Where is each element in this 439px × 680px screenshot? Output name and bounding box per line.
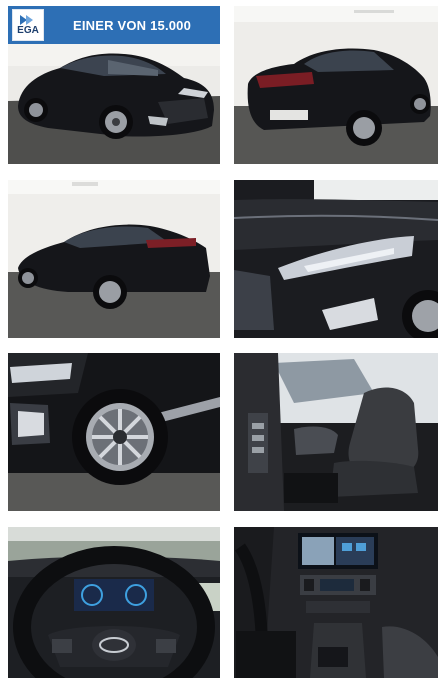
- center-console-image: [234, 527, 438, 678]
- car-rear-right-image: [234, 6, 438, 164]
- photo-driver-seat[interactable]: [234, 353, 438, 511]
- ega-logo-icon: [20, 14, 36, 25]
- photo-car-rear-left[interactable]: [8, 180, 220, 338]
- promo-banner: EGA EINER VON 15.000: [8, 6, 220, 44]
- photo-steering-wheel[interactable]: [8, 527, 220, 678]
- promo-banner-text: EINER VON 15.000: [72, 17, 192, 33]
- photo-car-front-left[interactable]: EGA EINER VON 15.000: [8, 6, 220, 164]
- headlight-detail-image: [234, 180, 438, 338]
- photo-front-wheel[interactable]: [8, 353, 220, 511]
- photo-center-console[interactable]: [234, 527, 438, 678]
- photo-headlight-detail[interactable]: [234, 180, 438, 338]
- photo-car-rear-right[interactable]: [234, 6, 438, 164]
- steering-wheel-image: [8, 527, 220, 678]
- ega-logo: EGA: [12, 9, 44, 41]
- car-rear-left-image: [8, 180, 220, 338]
- front-wheel-image: [8, 353, 220, 511]
- ega-logo-text: EGA: [17, 24, 39, 36]
- driver-seat-image: [234, 353, 438, 511]
